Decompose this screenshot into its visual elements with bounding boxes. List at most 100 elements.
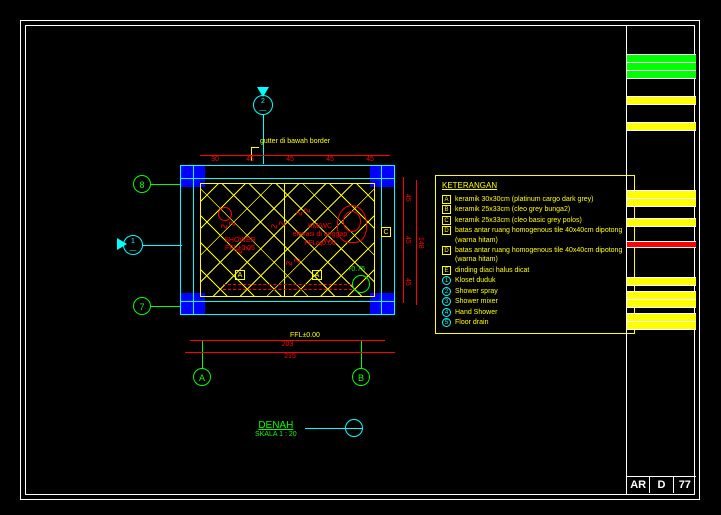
tb-row [627, 207, 696, 219]
threshold-strip [223, 284, 352, 290]
legend-text: Floor drain [455, 318, 488, 327]
dim-right-total: 148 [416, 180, 424, 305]
legend-item: 5 Floor drain [442, 318, 628, 327]
tb-row [627, 63, 696, 71]
room-label-wc: KM/WCelevasi di anggapFFL ±0.00 [285, 223, 355, 248]
legend-symbol: A [442, 195, 451, 204]
legend-item: Ckeramik 25x33cm (cleo basic grey polos) [442, 216, 628, 225]
legend-item: Dbatas antar ruang homogenous tile 40x40… [442, 246, 628, 265]
grid-bubble-B: B [352, 368, 370, 386]
grid-bubble-A: A [193, 368, 211, 386]
tb-row [627, 300, 696, 308]
legend-symbol: 3 [442, 297, 451, 306]
dim-bot1: 203 [190, 340, 385, 348]
tb-row [627, 79, 696, 97]
legend-item: 3 Shower mixer [442, 297, 628, 306]
section-line-h [142, 245, 182, 246]
legend-text: Hand Shower [455, 308, 497, 317]
section-arrow-icon [117, 238, 127, 250]
title-line [305, 428, 345, 429]
fixture-circle [352, 275, 370, 293]
dim-right: 45 [403, 177, 411, 219]
title-block: AR D 77 [626, 25, 696, 495]
section-marker-top: 2— [253, 95, 273, 115]
wall-top [180, 165, 395, 179]
drawing-scale: SKALA 1 : 20 [255, 431, 297, 438]
leader-line [251, 147, 259, 148]
floor-plan: ∿∿ ∿∿ ∿∿ ∿∿ ∿∿ ∿∿ SHOWERFFL±0.05 KM/WCel… [180, 165, 395, 315]
grid-bubble-8: 8 [133, 175, 151, 193]
legend-symbol: D [442, 246, 451, 255]
wall-right [381, 165, 395, 315]
legend-text: Shower mixer [455, 297, 498, 306]
ffl-note: FFL±0.00 [290, 332, 320, 339]
gutter-note: gutter di bawah border [260, 138, 330, 145]
dim-top: 45 [230, 155, 270, 163]
grid-bubble-7: 7 [133, 297, 151, 315]
section-num: 2 [261, 98, 265, 105]
legend-symbol: 5 [442, 318, 451, 327]
legend-text: keramik 25x33cm (cleo grey bunga2) [455, 205, 570, 214]
drawing-name: DENAH [255, 420, 297, 431]
dim-top: 30 [200, 155, 230, 163]
dim-bot2: 215 [185, 352, 395, 360]
room-label-shower: SHOWERFFL±0.05 [210, 237, 270, 254]
legend-text: batas antar ruang homogenous tile 40x40c… [455, 226, 628, 245]
tb-header [627, 25, 696, 55]
legend-symbol: E [442, 266, 451, 275]
wall-bottom [180, 301, 395, 315]
ref-marker-A: A [312, 270, 322, 280]
tb-row [627, 219, 696, 227]
legend-item: Bkeramik 25x33cm (cleo grey bunga2) [442, 205, 628, 214]
tb-row [627, 123, 696, 131]
legend-symbol: C [442, 216, 451, 225]
legend-box: KETERANGAN Akeramik 30x30cm (platinum ca… [435, 175, 635, 334]
sheet-c: 77 [673, 477, 696, 493]
drawing-title: DENAH SKALA 1 : 20 [255, 420, 297, 438]
legend-symbol: 2 [442, 287, 451, 296]
tb-row [627, 55, 696, 63]
tb-row [627, 199, 696, 207]
tb-row [627, 191, 696, 199]
legend-symbol: D [442, 226, 451, 235]
tb-row [627, 131, 696, 191]
sheet-a: AR [627, 477, 649, 493]
tb-row [627, 105, 696, 123]
drawing-canvas[interactable]: 2— 1— gutter di bawah border 8 7 A B 30 … [25, 25, 625, 495]
legend-item: Edinding diaci halus dicat [442, 266, 628, 275]
tb-row [627, 292, 696, 300]
dim-right: 45 [403, 261, 411, 303]
sheet-number: AR D 77 [627, 476, 696, 493]
legend-symbol: 1 [442, 276, 451, 285]
legend-items: Akeramik 30x30cm (platinum cargo dark gr… [442, 195, 628, 328]
legend-text: keramik 25x33cm (cleo basic grey polos) [455, 216, 582, 225]
section-num: 1 [131, 238, 135, 245]
grid-line [151, 184, 181, 185]
dim-top: 45 [310, 155, 350, 163]
tb-row [627, 248, 696, 278]
legend-title: KETERANGAN [442, 181, 628, 192]
tb-row [627, 322, 696, 330]
elevation-tag: +0.75 [347, 266, 365, 273]
legend-text: keramik 30x30cm (platinum cargo dark gre… [455, 195, 594, 204]
dim-right: 45 [403, 219, 411, 261]
grid-line [151, 306, 181, 307]
section-arrow-icon [257, 87, 269, 97]
legend-text: Kloset duduk [455, 276, 495, 285]
ref-marker-C: C [381, 227, 391, 237]
legend-item: Dbatas antar ruang homogenous tile 40x40… [442, 226, 628, 245]
sheet-b: D [649, 477, 672, 493]
dim-top: 45 [350, 155, 390, 163]
legend-item: 1 Kloset duduk [442, 276, 628, 285]
tb-row [627, 97, 696, 105]
title-marker-icon [345, 419, 363, 437]
tb-row [627, 227, 696, 242]
tb-row [627, 71, 696, 79]
ref-marker-A: A [235, 270, 245, 280]
legend-text: batas antar ruang homogenous tile 40x40c… [455, 246, 628, 265]
legend-symbol: 4 [442, 308, 451, 317]
legend-symbol: B [442, 205, 451, 214]
tb-row [627, 278, 696, 286]
legend-item: 2Shower spray [442, 287, 628, 296]
legend-item: 4 Hand Shower [442, 308, 628, 317]
